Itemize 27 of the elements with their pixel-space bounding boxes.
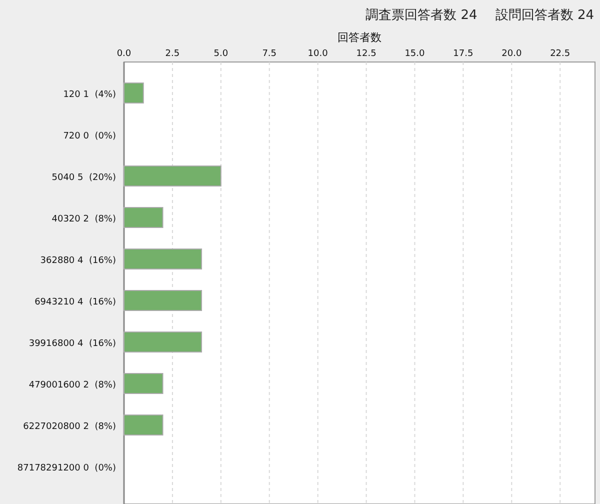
category-label: 720 0 (0%)	[63, 132, 116, 142]
category-label: 6227020800 2 (8%)	[23, 422, 116, 432]
questionnaire-respondents-count: 調査票回答者数 24	[366, 7, 478, 24]
tick-label: 7.5	[262, 49, 277, 59]
category-label: 6943210 4 (16%)	[34, 298, 116, 308]
tick-label: 17.5	[453, 49, 474, 59]
bar	[124, 82, 144, 104]
bar	[124, 414, 164, 436]
tick-label: 5.0	[214, 49, 228, 59]
tick-label: 12.5	[356, 49, 376, 59]
category-label: 87178291200 0 (0%)	[17, 464, 116, 474]
category-label: 40320 2 (8%)	[52, 214, 116, 224]
bar	[124, 373, 164, 394]
axis-title: 回答者数	[338, 31, 382, 44]
category-label: 120 1 (4%)	[63, 90, 116, 100]
tick-label: 22.5	[550, 49, 570, 59]
question-respondents-count: 設問回答者数 24	[495, 7, 594, 24]
tick-label: 15.0	[404, 49, 425, 59]
category-label: 39916800 4 (16%)	[28, 339, 116, 349]
tick-label: 0.0	[116, 49, 132, 59]
category-label: 362880 4 (16%)	[40, 256, 116, 266]
category-label: 479001600 2 (8%)	[28, 380, 116, 390]
tick-label: 20.0	[502, 49, 522, 59]
tick-label: 2.5	[165, 49, 180, 59]
category-label: 5040 5 (20%)	[52, 173, 116, 183]
bar	[124, 207, 164, 228]
tick-label: 10.0	[308, 49, 328, 59]
